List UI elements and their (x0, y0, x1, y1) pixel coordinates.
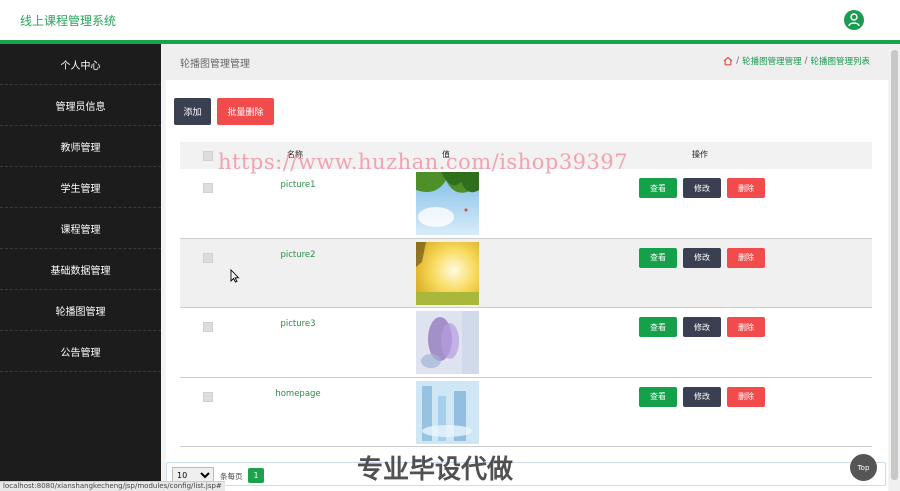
row-actions: 查看 修改 删除 (639, 386, 765, 407)
edit-button[interactable]: 修改 (683, 317, 721, 337)
bulk-delete-button[interactable]: 批量删除 (217, 98, 274, 125)
carousel-table: 名称 值 操作 picture1 查看 修改 删除 picture2 查看 修改… (180, 142, 872, 447)
sidebar-item-label: 管理员信息 (55, 101, 106, 113)
sidebar-item-label: 轮播图管理 (55, 306, 106, 318)
watermark-text: 专业毕设代做 (357, 455, 514, 485)
sidebar-item-admins[interactable]: 管理员信息 (0, 85, 161, 126)
sidebar-item-profile[interactable]: 个人中心 (0, 44, 161, 85)
delete-button[interactable]: 删除 (727, 178, 765, 198)
table-row: picture1 查看 修改 删除 (180, 169, 872, 239)
scrollbar-thumb[interactable] (891, 50, 898, 480)
carousel-thumbnail (416, 311, 479, 374)
mouse-cursor-icon (230, 269, 240, 283)
view-button[interactable]: 查看 (639, 317, 677, 337)
table-row: homepage 查看 修改 删除 (180, 378, 872, 447)
home-icon[interactable] (723, 56, 733, 66)
row-name: picture2 (280, 249, 316, 260)
sidebar-item-label: 个人中心 (60, 60, 101, 72)
breadcrumb-separator: / (736, 56, 740, 66)
sidebar-item-carousel[interactable]: 轮播图管理 (0, 290, 161, 331)
breadcrumb-bar: 轮播图管理管理 / 轮播图管理管理 / 轮播图管理列表 (161, 44, 900, 80)
row-checkbox[interactable] (203, 391, 213, 402)
row-name: homepage (275, 388, 321, 399)
scrollbar[interactable] (889, 44, 900, 491)
row-actions: 查看 修改 删除 (639, 247, 765, 268)
breadcrumb-level1[interactable]: 轮播图管理管理 (742, 55, 802, 67)
sidebar-item-label: 基础数据管理 (50, 265, 111, 277)
delete-button[interactable]: 删除 (727, 317, 765, 337)
list-panel: 添加 批量删除 名称 值 操作 picture1 查看 修改 删除 pictur… (166, 80, 888, 491)
table-row: picture3 查看 修改 删除 (180, 308, 872, 378)
view-button[interactable]: 查看 (639, 247, 677, 268)
pagination: 10 条每页 1 (166, 462, 886, 486)
top-bar: 线上课程管理系统 (0, 0, 900, 40)
delete-button[interactable]: 删除 (727, 247, 765, 268)
sidebar-item-label: 学生管理 (60, 183, 101, 195)
edit-button[interactable]: 修改 (683, 386, 721, 407)
column-header-actions: 操作 (692, 150, 708, 159)
sidebar-item-basic-data[interactable]: 基础数据管理 (0, 249, 161, 290)
row-name: picture3 (280, 319, 316, 329)
user-icon (848, 13, 860, 27)
user-avatar[interactable] (844, 10, 864, 30)
sidebar-item-label: 教师管理 (60, 142, 101, 154)
sidebar-item-teachers[interactable]: 教师管理 (0, 126, 161, 167)
status-bar-url: localhost:8080/xianshangkecheng/jsp/modu… (0, 481, 225, 491)
breadcrumb-level2: 轮播图管理列表 (810, 57, 870, 67)
select-all-checkbox[interactable] (203, 151, 213, 161)
sidebar-item-label: 公告管理 (60, 347, 101, 359)
row-checkbox[interactable] (203, 183, 213, 193)
row-actions: 查看 修改 删除 (639, 178, 765, 198)
back-to-top-button[interactable]: Top (850, 454, 877, 481)
carousel-thumbnail (416, 172, 479, 235)
watermark-url: https://www.huzhan.com/ishop39397 (218, 150, 629, 174)
delete-button[interactable]: 删除 (727, 386, 765, 407)
view-button[interactable]: 查看 (639, 386, 677, 407)
page-button-current[interactable]: 1 (248, 468, 264, 483)
add-button[interactable]: 添加 (174, 98, 211, 125)
sidebar-item-students[interactable]: 学生管理 (0, 167, 161, 208)
sidebar-item-courses[interactable]: 课程管理 (0, 208, 161, 249)
sidebar-item-label: 课程管理 (60, 224, 101, 236)
breadcrumb-separator: / (804, 56, 808, 66)
sidebar: 个人中心 管理员信息 教师管理 学生管理 课程管理 基础数据管理 轮播图管理 公… (0, 44, 161, 491)
app-title: 线上课程管理系统 (20, 14, 117, 28)
breadcrumb: / 轮播图管理管理 / 轮播图管理列表 (723, 55, 870, 67)
edit-button[interactable]: 修改 (683, 247, 721, 268)
page-title: 轮播图管理管理 (180, 59, 250, 70)
view-button[interactable]: 查看 (639, 178, 677, 198)
main-content: 轮播图管理管理 / 轮播图管理管理 / 轮播图管理列表 添加 批量删除 名称 值… (161, 44, 900, 491)
carousel-thumbnail (416, 380, 479, 444)
row-checkbox[interactable] (203, 322, 213, 332)
row-name: picture1 (280, 180, 316, 190)
row-actions: 查看 修改 删除 (639, 317, 765, 337)
sidebar-item-notices[interactable]: 公告管理 (0, 331, 161, 372)
table-row: picture2 查看 修改 删除 (180, 238, 872, 308)
edit-button[interactable]: 修改 (683, 178, 721, 198)
carousel-thumbnail (416, 241, 479, 305)
row-checkbox[interactable] (203, 252, 213, 263)
